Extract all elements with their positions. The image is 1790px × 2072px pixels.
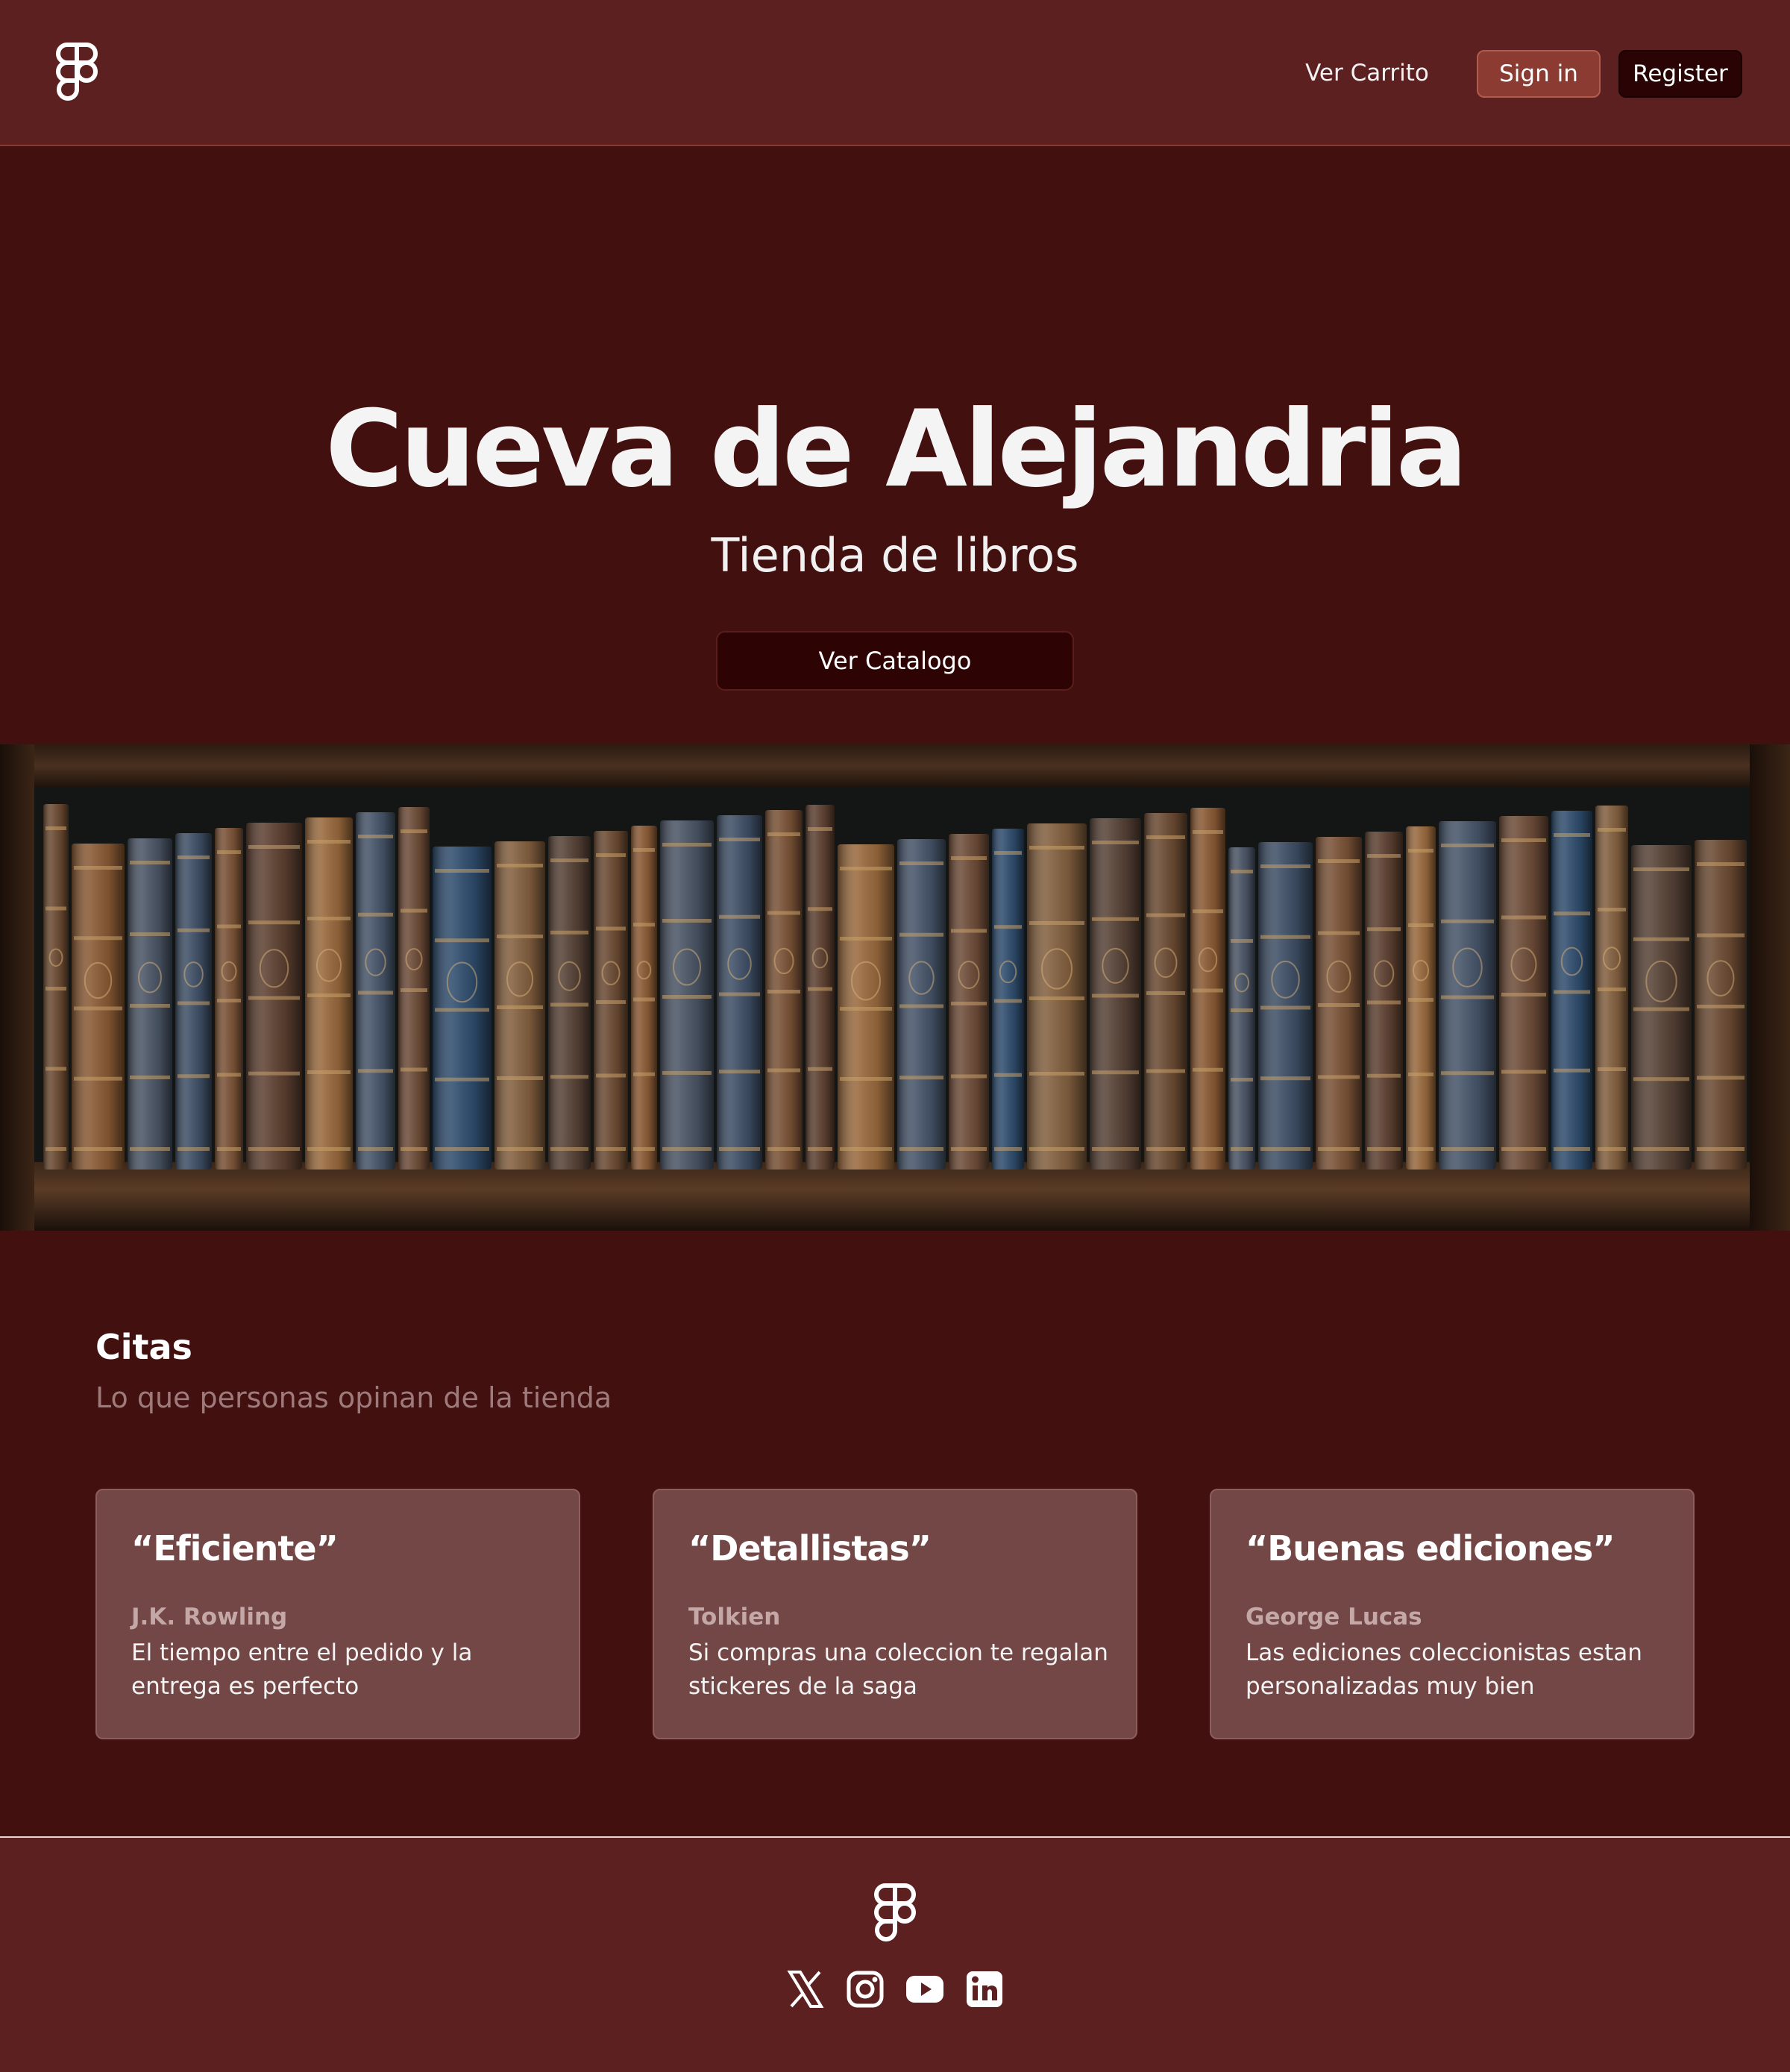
hero-subtitle: Tienda de libros [711, 528, 1079, 583]
quote-text: “Buenas ediciones” [1246, 1528, 1615, 1569]
view-catalog-button[interactable]: Ver Catalogo [716, 631, 1074, 691]
quote-text: “Detallistas” [688, 1528, 932, 1569]
sign-in-button[interactable]: Sign in [1477, 50, 1601, 98]
youtube-icon[interactable] [905, 1969, 945, 2009]
quote-body: El tiempo entre el pedido y la entrega e… [131, 1639, 473, 1700]
figma-logo-icon[interactable] [55, 42, 98, 103]
x-icon[interactable] [785, 1969, 826, 2009]
linkedin-icon[interactable] [964, 1969, 1005, 2009]
hero-title: Cueva de Alejandria [325, 388, 1467, 511]
bookshelf-image [0, 744, 1790, 1231]
quote-body: Las ediciones coleccionistas estan perso… [1246, 1639, 1642, 1700]
quote-body: Si compras una coleccion te regalan stic… [688, 1639, 1108, 1700]
quote-text: “Eficiente” [131, 1528, 339, 1569]
site-header: Ver Carrito Sign in Register [0, 0, 1790, 146]
quote-card: “Detallistas” Tolkien Si compras una col… [653, 1489, 1137, 1739]
quote-author: J.K. Rowling [131, 1604, 288, 1630]
quote-author: George Lucas [1246, 1604, 1422, 1630]
quote-author: Tolkien [688, 1604, 781, 1630]
quote-card: “Eficiente” J.K. Rowling El tiempo entre… [95, 1489, 580, 1739]
instagram-icon[interactable] [845, 1969, 885, 2009]
register-button[interactable]: Register [1618, 50, 1742, 98]
quotes-subtitle: Lo que personas opinan de la tienda [95, 1381, 612, 1414]
site-footer [0, 1836, 1790, 2072]
figma-logo-icon[interactable] [873, 1883, 917, 1944]
quote-card: “Buenas ediciones” George Lucas Las edic… [1210, 1489, 1695, 1739]
view-cart-link[interactable]: Ver Carrito [1290, 52, 1444, 94]
quotes-title: Citas [95, 1327, 192, 1367]
